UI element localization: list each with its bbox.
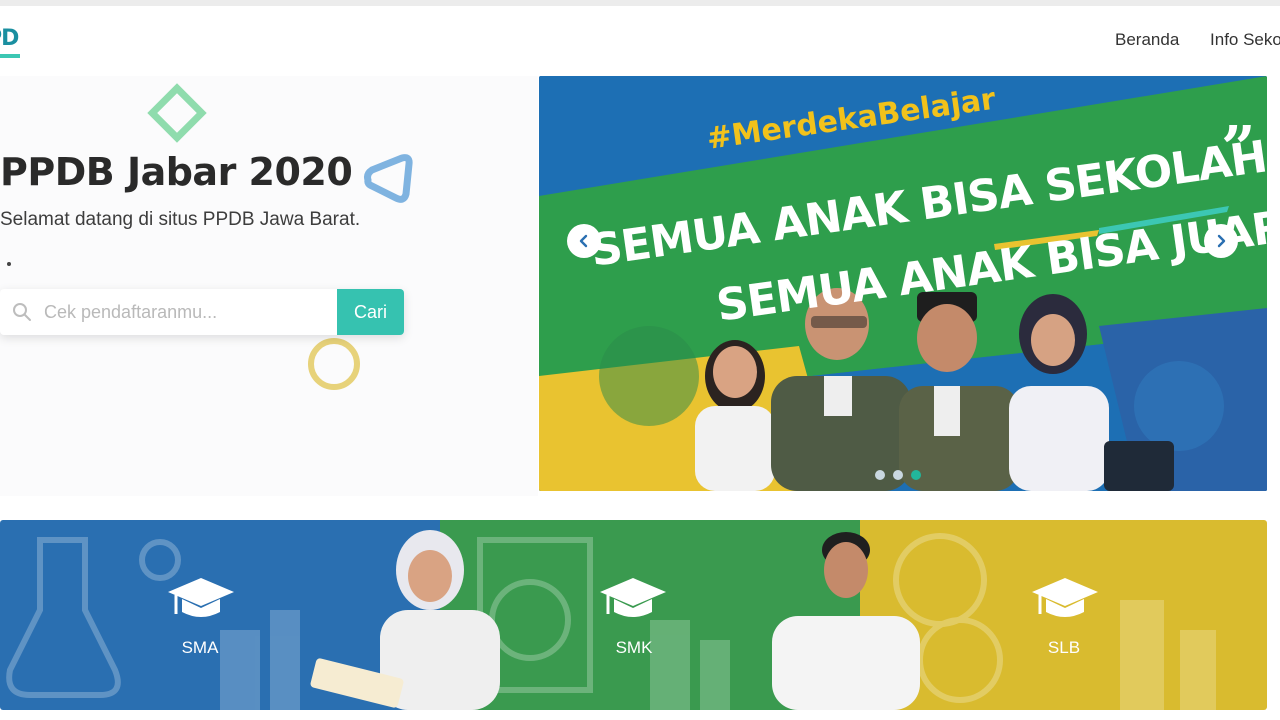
graduation-cap-icon: [168, 578, 234, 617]
search-box: Cari: [0, 289, 404, 335]
search-button[interactable]: Cari: [337, 289, 404, 335]
banner-carousel[interactable]: #MerdekaBelajar SEMUA ANAK BISA SEKOLAH …: [539, 76, 1267, 491]
category-sma[interactable]: SMA: [130, 520, 270, 710]
category-smk[interactable]: SMK: [562, 520, 702, 710]
logo[interactable]: PDB: [0, 26, 20, 62]
nav-item-beranda[interactable]: Beranda: [1115, 30, 1179, 50]
hero-section: [0, 76, 538, 496]
search-input[interactable]: [44, 297, 329, 327]
page-subtitle: Selamat datang di situs PPDB Jawa Barat.: [0, 209, 361, 230]
decorative-dot: [7, 262, 11, 266]
search-icon: [13, 303, 31, 321]
carousel-dot[interactable]: [911, 470, 921, 480]
chevron-right-icon: [1217, 234, 1226, 248]
nav-item-info-sekolah[interactable]: Info Sekolah: [1210, 30, 1280, 50]
category-slb[interactable]: SLB: [994, 520, 1134, 710]
logo-text: PDB: [0, 26, 20, 51]
carousel-dot[interactable]: [875, 470, 885, 480]
graduation-cap-icon: [600, 578, 666, 617]
decorative-ring: [308, 338, 360, 390]
page-title: PPDB Jabar 2020: [0, 150, 353, 194]
graduation-cap-icon: [1032, 578, 1098, 617]
logo-bar: [0, 54, 20, 58]
carousel-dot[interactable]: [893, 470, 903, 480]
category-label-smk: SMK: [615, 638, 653, 657]
quote-mark-icon: ”: [1221, 114, 1256, 184]
school-category-banner: SMA SMK SLB: [0, 520, 1267, 710]
chevron-left-icon: [579, 234, 588, 248]
category-label-slb: SLB: [1047, 638, 1081, 657]
carousel-indicators: [875, 470, 921, 480]
decorative-triangle: [364, 154, 413, 203]
carousel-next-button[interactable]: [1204, 224, 1238, 258]
carousel-prev-button[interactable]: [567, 224, 601, 258]
nav-menu: Beranda Info Sekolah: [1115, 30, 1280, 50]
navbar: PDB Beranda Info Sekolah: [0, 6, 1280, 76]
category-label-sma: SMA: [181, 638, 219, 657]
